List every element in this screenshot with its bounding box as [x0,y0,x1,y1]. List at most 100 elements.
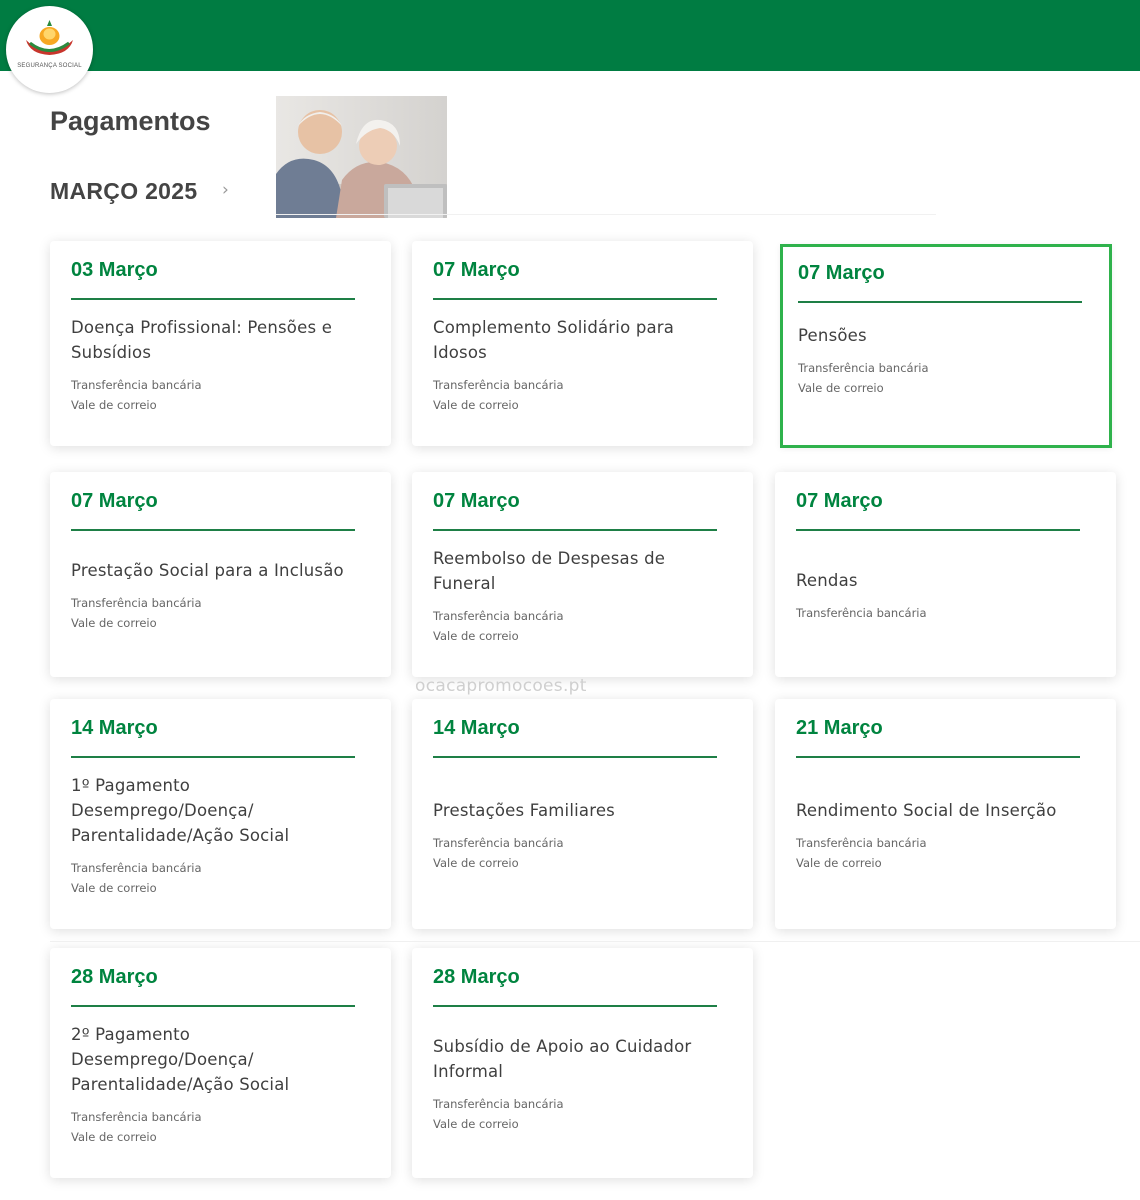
date-underline [433,1005,717,1007]
payment-card-body: Prestação Social para a Inclusão Transfer… [71,532,371,659]
watermark: ocacapromocoes.pt [415,676,587,696]
date-underline [71,756,355,758]
payment-date: 07 Março [433,259,520,281]
payment-card-body: 1º Pagamento Desemprego/Doença/Parentalid… [71,759,371,911]
payment-card-body: Complemento Solidário para Idosos Transfer… [433,301,733,428]
payment-date: 07 Março [798,262,885,284]
payment-title: 1º Pagamento Desemprego/Doença/Parentalid… [71,773,371,848]
payment-title-line: Desemprego/Doença/ [71,800,254,820]
payment-title-line: Rendimento Social de Inserção [796,800,1057,820]
payment-methods: Transferência bancária Vale de correio [433,606,733,646]
payment-title-line: Pensões [798,326,867,345]
payment-method: Transferência bancária [433,1097,564,1111]
payment-date: 03 Março [71,259,158,281]
payment-title: Rendimento Social de Inserção [796,798,1096,823]
payment-method: Vale de correio [71,616,157,630]
payment-method: Vale de correio [433,397,519,412]
payment-methods: Transferência bancária Vale de correio [71,1107,371,1147]
payment-method: Vale de correio [798,381,884,395]
date-underline [433,298,717,300]
payment-title: Reembolso de Despesas de Funeral [433,546,733,596]
payment-methods: Transferência bancária Vale de correio [433,375,733,415]
payment-card-body: Doença Profissional: Pensões e Subsídios T… [71,301,371,428]
payment-card-body: 2º Pagamento Desemprego/Doença/Parentalid… [71,1008,371,1160]
payment-methods: Transferência bancária Vale de correio [433,833,733,873]
payment-title: Doença Profissional: Pensões e Subsídios [71,315,371,365]
payment-title-line: 1º Pagamento [71,775,191,795]
payment-title-line: Informal [433,1062,504,1081]
payment-title-line: Desemprego/Doença/ [71,1049,254,1069]
photo-elderly-couple [276,96,447,218]
payment-title-line: Prestações Familiares [433,800,615,820]
payment-methods: Transferência bancária Vale de correio [798,358,1089,398]
row-separator [50,941,1140,942]
payment-card-body: Pensões Transferência bancária Vale de cor… [798,304,1089,417]
payment-card[interactable]: 21 Março Rendimento Social de Inserção Tra… [775,699,1116,929]
payment-method: Vale de correio [433,1117,519,1131]
payment-method: Vale de correio [71,1129,157,1144]
header-bar [0,0,1140,71]
payment-card[interactable]: 07 Março Pensões Transferência bancária Val… [780,244,1112,448]
payment-card-body: Rendas Transferência bancária [796,532,1096,659]
payment-card[interactable]: 14 Março Prestações Familiares Transferênc… [412,699,753,929]
payment-title-line: Subsídios [71,342,152,362]
payment-date: 28 Março [433,966,520,988]
payment-card[interactable]: 03 Março Doença Profissional: Pensões e Su… [50,241,391,446]
payment-title-line: Funeral [433,573,496,593]
payment-title-line: Prestação Social para a Inclusão [71,561,344,580]
payment-methods: Transferência bancária Vale de correio [71,593,371,633]
payment-method: Vale de correio [433,855,519,870]
seguranca-social-logo[interactable]: SEGURANÇA SOCIAL [6,6,93,93]
payment-method: Transferência bancária [71,377,202,392]
payment-date: 21 Março [796,717,883,739]
payment-methods: Transferência bancária Vale de correio [71,858,371,898]
payment-title-line: Parentalidade/Ação Social [71,1074,290,1094]
payment-title: Subsídio de Apoio ao Cuidador Informal [433,1034,733,1084]
chevron-right-icon[interactable]: › [222,180,229,200]
payment-method: Transferência bancária [71,860,202,875]
payment-card[interactable]: 28 Março 2º Pagamento Desemprego/Doença/Pa… [50,948,391,1178]
date-underline [433,529,717,531]
logo-emblem-icon [26,20,73,55]
payment-method: Transferência bancária [433,835,564,850]
date-underline [796,756,1080,758]
payment-card[interactable]: 07 Março Prestação Social para a Inclusão… [50,472,391,677]
payment-title-line: Complemento Solidário para [433,317,675,337]
payment-methods: Transferência bancária Vale de correio [796,833,1096,873]
date-underline [71,529,355,531]
payment-title-line: 2º Pagamento [71,1024,191,1044]
payment-title: 2º Pagamento Desemprego/Doença/Parentalid… [71,1022,371,1097]
payment-card[interactable]: 07 Março Reembolso de Despesas de Funeral T… [412,472,753,677]
payment-title: Rendas [796,568,1096,593]
date-underline [433,756,717,758]
payment-method: Transferência bancária [796,835,927,850]
payment-card[interactable]: 28 Março Subsídio de Apoio ao Cuidador Inf… [412,948,753,1178]
payment-date: 14 Março [433,717,520,739]
payment-card-body: Reembolso de Despesas de Funeral Transferê… [433,532,733,659]
payment-card[interactable]: 07 Março Rendas Transferência bancária [775,472,1116,677]
payment-date: 07 Março [433,490,520,512]
payment-date: 14 Março [71,717,158,739]
payment-methods: Transferência bancária Vale de correio [71,375,371,415]
payment-method: Transferência bancária [433,608,564,623]
payment-title: Pensões [798,323,1089,348]
date-underline [796,529,1080,531]
payment-date: 07 Março [796,490,883,512]
payment-card[interactable]: 14 Março 1º Pagamento Desemprego/Doença/Pa… [50,699,391,929]
payment-title-line: Rendas [796,571,858,590]
payment-title-line: Doença Profissional: Pensões e [71,317,333,337]
payment-date: 28 Março [71,966,158,988]
payment-card-body: Rendimento Social de Inserção Transferênc… [796,759,1096,911]
month-label[interactable]: MARÇO 2025 [50,178,197,205]
payment-date: 07 Março [71,490,158,512]
payment-title-line: Reembolso de Despesas de [433,548,666,568]
payment-title: Prestações Familiares [433,798,733,823]
payment-method: Vale de correio [796,855,882,870]
payment-card-body: Subsídio de Apoio ao Cuidador Informal Tra… [433,1008,733,1160]
header-divider [276,214,936,215]
date-underline [798,301,1082,303]
payment-title-line: Parentalidade/Ação Social [71,825,290,845]
payment-card[interactable]: 07 Março Complemento Solidário para Idosos… [412,241,753,446]
payment-method: Vale de correio [433,628,519,643]
payment-method: Vale de correio [71,880,157,895]
